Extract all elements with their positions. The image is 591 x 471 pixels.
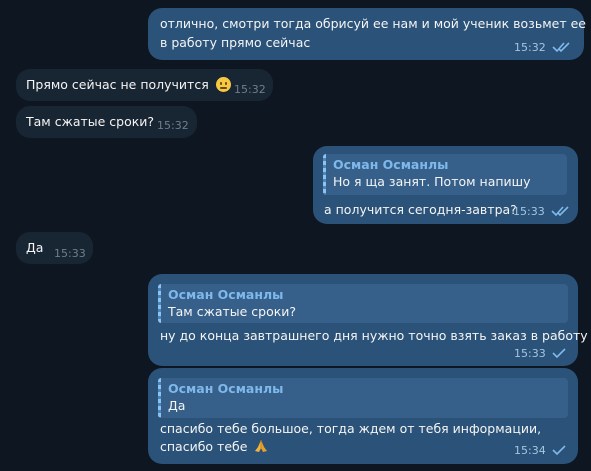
message-text: отлично, смотри тогда обрисуй ее нам и м… (160, 16, 586, 31)
message-text: спасибо тебе большое, тогда ждем от тебя… (160, 421, 542, 436)
reply-author: Осман Османлы (168, 381, 284, 396)
message-incoming[interactable]: Там сжатые сроки? 15:32 (16, 106, 197, 138)
reply-quote[interactable]: Осман Османлы Там сжатые сроки? (158, 284, 568, 323)
reply-author: Осман Османлы (333, 157, 449, 172)
message-time: 15:33 (513, 205, 545, 218)
message-text: ну до конца завтрашнего дня нужно точно … (160, 328, 588, 343)
face-with-diagonal-mouth-icon (215, 77, 231, 92)
reply-text: Там сжатые сроки? (168, 304, 297, 319)
message-text-row: спасибо тебе (160, 438, 269, 456)
double-check-icon (552, 42, 570, 53)
reply-quote[interactable]: Осман Османлы Да (158, 378, 568, 418)
reply-author: Осман Османлы (168, 287, 284, 302)
double-check-icon (551, 206, 569, 217)
message-incoming[interactable]: Да 15:33 (16, 232, 93, 264)
reply-quote[interactable]: Осман Османлы Но я ща занят. Потом напиш… (323, 154, 567, 195)
message-text-row: Прямо сейчас не получится (26, 76, 231, 94)
message-incoming[interactable]: Прямо сейчас не получится 15:32 (16, 69, 273, 101)
message-time: 15:33 (514, 347, 546, 360)
reply-quote-bar (158, 378, 161, 418)
message-outgoing[interactable]: отлично, смотри тогда обрисуй ее нам и м… (148, 8, 586, 60)
reply-text: Да (168, 398, 186, 413)
message-text: а получится сегодня-завтра? (324, 202, 517, 217)
check-icon (552, 348, 566, 359)
check-icon (552, 445, 566, 456)
reply-quote-bar (158, 284, 161, 323)
message-time: 15:34 (514, 444, 546, 457)
reply-text: Но я ща занят. Потом напишу (333, 174, 531, 189)
reply-quote-bar (323, 154, 326, 195)
message-text: Прямо сейчас не получится (26, 77, 209, 92)
message-time: 15:32 (514, 41, 546, 54)
message-outgoing[interactable]: Осман Османлы Там сжатые сроки? ну до ко… (148, 274, 588, 366)
message-text: Да (26, 240, 44, 255)
message-text: Там сжатые сроки? (26, 114, 155, 129)
message-outgoing[interactable]: Осман Османлы Но я ща занят. Потом напиш… (313, 146, 578, 224)
message-time: 15:32 (157, 119, 189, 132)
folded-hands-icon (255, 440, 268, 452)
message-text: в работу прямо сейчас (160, 35, 311, 50)
message-time: 15:33 (54, 247, 86, 260)
message-outgoing[interactable]: Осман Османлы Да спасибо тебе большое, т… (148, 368, 578, 464)
message-time: 15:32 (234, 83, 266, 96)
message-text: спасибо тебе (160, 439, 248, 454)
